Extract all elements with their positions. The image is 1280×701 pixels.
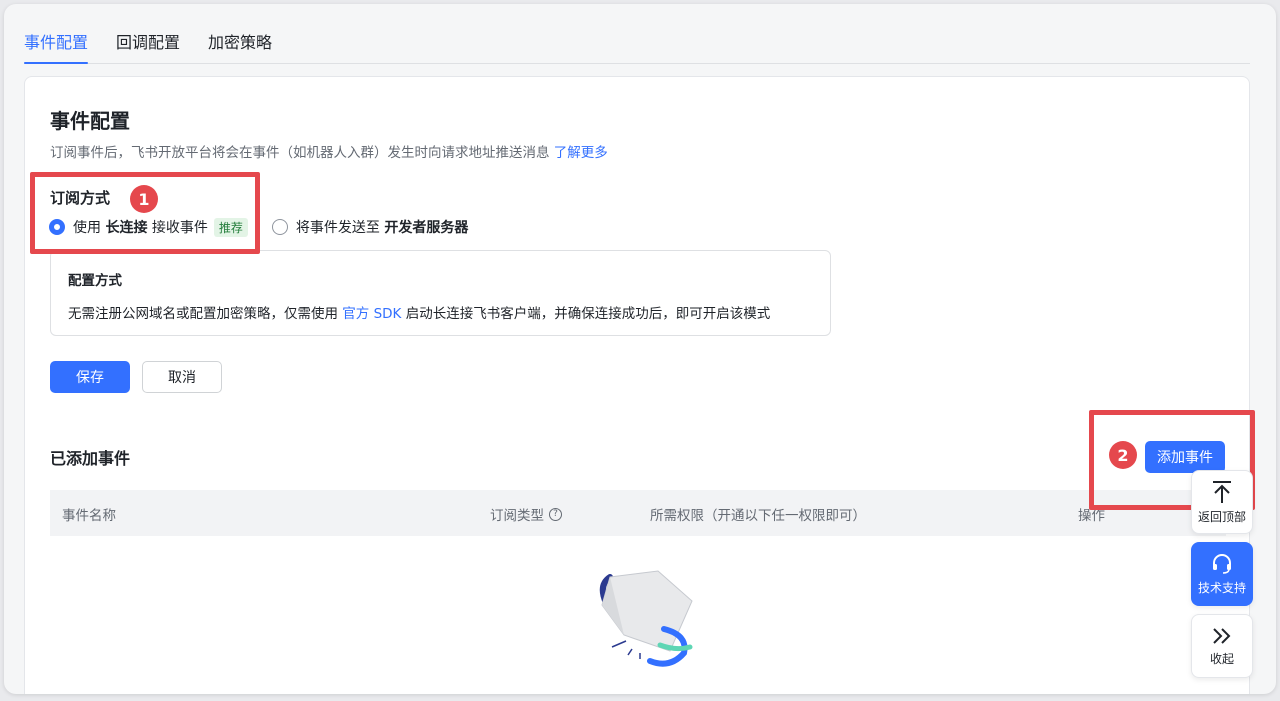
- cancel-button[interactable]: 取消: [142, 361, 222, 393]
- page-description: 订阅事件后，飞书开放平台将会在事件（如机器人入群）发生时向请求地址推送消息 了解…: [50, 141, 608, 161]
- radio-long-connection[interactable]: [49, 219, 65, 235]
- tab-callback-config[interactable]: 回调配置: [116, 4, 180, 63]
- annotation-badge-1: 1: [130, 185, 158, 213]
- double-chevron-right-icon: [1213, 627, 1231, 644]
- tab-encryption[interactable]: 加密策略: [208, 4, 272, 63]
- option2-pre: 将事件发送至: [295, 220, 380, 236]
- column-event-name: 事件名称: [62, 508, 116, 524]
- app-frame: 事件配置 回调配置 加密策略 事件配置 订阅事件后，飞书开放平台将会在事件（如机…: [4, 4, 1276, 694]
- back-to-top-button[interactable]: 返回顶部: [1191, 470, 1253, 534]
- official-sdk-link[interactable]: 官方 SDK: [342, 306, 401, 322]
- option1-pre: 使用: [73, 220, 101, 236]
- column-subscription-type: 订阅类型 ?: [490, 504, 562, 524]
- add-event-button[interactable]: 添加事件: [1145, 441, 1225, 473]
- event-config-card: 事件配置 订阅事件后，飞书开放平台将会在事件（如机器人入群）发生时向请求地址推送…: [24, 76, 1250, 694]
- option-long-connection-label[interactable]: 使用 长连接 接收事件: [73, 217, 208, 237]
- subscription-label: 订阅方式: [50, 189, 111, 207]
- collapse-label: 收起: [1209, 651, 1234, 666]
- empty-state-illustration: [599, 570, 693, 667]
- column-permissions: 所需权限（开通以下任一权限即可）: [650, 508, 866, 524]
- learn-more-link[interactable]: 了解更多: [554, 145, 608, 161]
- events-table-header: 事件名称 订阅类型 ? 所需权限（开通以下任一权限即可） 操作: [50, 490, 1226, 536]
- tech-support-label: 技术支持: [1197, 580, 1246, 595]
- tab-bar: 事件配置 回调配置 加密策略: [24, 4, 1250, 64]
- config-text-pre: 无需注册公网域名或配置加密策略，仅需使用: [68, 306, 338, 322]
- annotation-badge-2: 2: [1109, 441, 1137, 469]
- option1-post: 接收事件: [151, 220, 208, 236]
- recommended-tag: 推荐: [213, 217, 248, 237]
- option2-bold: 开发者服务器: [384, 220, 469, 236]
- help-icon[interactable]: ?: [549, 507, 562, 521]
- added-events-title: 已添加事件: [50, 449, 131, 468]
- option-developer-server-label[interactable]: 将事件发送至 开发者服务器: [296, 217, 468, 237]
- description-text: 订阅事件后，飞书开放平台将会在事件（如机器人入群）发生时向请求地址推送消息: [50, 145, 550, 161]
- config-method-box: 配置方式 无需注册公网域名或配置加密策略，仅需使用 官方 SDK 启动长连接飞书…: [50, 250, 831, 336]
- headset-icon: [1213, 553, 1231, 574]
- save-button[interactable]: 保存: [50, 361, 130, 393]
- config-text-post: 启动长连接飞书客户端，并确保连接成功后，即可开启该模式: [405, 306, 771, 322]
- collapse-button[interactable]: 收起: [1191, 614, 1253, 678]
- column-subscription-type-label: 订阅类型: [490, 508, 544, 524]
- subscription-options: 使用 长连接 接收事件 推荐 将事件发送至 开发者服务器: [49, 217, 474, 237]
- option1-bold: 长连接: [105, 220, 148, 236]
- config-method-text: 无需注册公网域名或配置加密策略，仅需使用 官方 SDK 启动长连接飞书客户端，并…: [68, 302, 813, 322]
- config-method-title: 配置方式: [68, 273, 122, 289]
- column-actions: 操作: [1078, 508, 1105, 524]
- arrow-up-icon: [1213, 480, 1231, 503]
- radio-developer-server[interactable]: [271, 219, 288, 235]
- page-title: 事件配置: [50, 109, 130, 133]
- tab-event-config[interactable]: 事件配置: [24, 4, 89, 64]
- tech-support-button[interactable]: 技术支持: [1191, 542, 1253, 606]
- back-to-top-label: 返回顶部: [1197, 509, 1246, 524]
